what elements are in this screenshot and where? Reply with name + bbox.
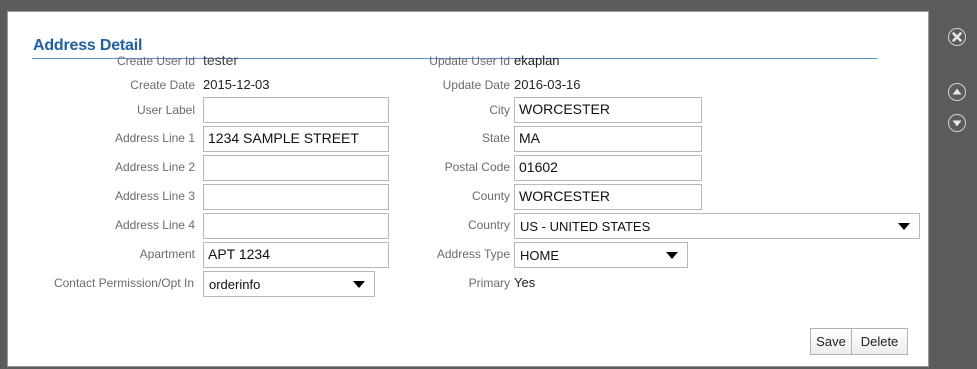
- address-line-2-input[interactable]: [203, 155, 389, 181]
- primary-label: Primary: [468, 276, 510, 290]
- dialog-title: Address Detail: [33, 37, 143, 54]
- scroll-down-icon[interactable]: [948, 114, 966, 132]
- country-select[interactable]: US - UNITED STATES: [514, 213, 920, 239]
- city-input[interactable]: WORCESTER: [514, 97, 702, 123]
- update-date-label: Update Date: [442, 78, 510, 92]
- county-label: County: [471, 189, 510, 203]
- address-line-3-label: Address Line 3: [114, 189, 195, 203]
- chevron-down-icon: [898, 223, 910, 230]
- primary-value: Yes: [514, 275, 536, 290]
- address-line-1-input[interactable]: 1234 SAMPLE STREET: [203, 126, 389, 152]
- update-user-id-label: Update User Id: [429, 54, 510, 68]
- address-type-value: HOME: [520, 248, 559, 263]
- create-user-id-label: Create User Id: [116, 54, 195, 68]
- apartment-label: Apartment: [139, 247, 195, 261]
- save-button[interactable]: Save: [810, 328, 852, 355]
- address-type-select[interactable]: HOME: [514, 242, 688, 268]
- user-label-label: User Label: [136, 103, 195, 117]
- contact-permission-label: Contact Permission/Opt In: [53, 276, 194, 290]
- country-label: Country: [467, 218, 510, 232]
- county-input[interactable]: WORCESTER: [514, 184, 702, 210]
- address-line-1-label: Address Line 1: [114, 131, 195, 145]
- postal-code-label: Postal Code: [444, 160, 510, 174]
- chevron-down-icon: [666, 252, 678, 259]
- create-date-label: Create Date: [130, 78, 195, 92]
- delete-button[interactable]: Delete: [852, 328, 908, 355]
- address-line-4-input[interactable]: [203, 213, 389, 239]
- create-date-value: 2015-12-03: [203, 77, 270, 92]
- address-line-4-label: Address Line 4: [114, 218, 195, 232]
- address-line-2-label: Address Line 2: [114, 160, 195, 174]
- address-detail-dialog: Address Detail Create User Id tester Cre…: [7, 11, 929, 367]
- create-user-id-value: tester: [203, 52, 239, 68]
- close-icon[interactable]: [948, 28, 966, 46]
- update-user-id-value: ekaplan: [514, 53, 560, 68]
- contact-permission-select[interactable]: orderinfo: [203, 271, 375, 297]
- apartment-input[interactable]: APT 1234: [203, 242, 389, 268]
- postal-code-input[interactable]: 01602: [514, 155, 702, 181]
- city-label: City: [489, 103, 510, 117]
- contact-permission-value: orderinfo: [209, 277, 261, 292]
- state-input[interactable]: MA: [514, 126, 702, 152]
- scroll-up-icon[interactable]: [948, 83, 966, 101]
- address-line-3-input[interactable]: [203, 184, 389, 210]
- update-date-value: 2016-03-16: [514, 77, 581, 92]
- address-type-label: Address Type: [436, 247, 510, 261]
- chevron-down-icon: [353, 281, 365, 288]
- country-value: US - UNITED STATES: [520, 219, 651, 234]
- user-label-input[interactable]: [203, 97, 389, 123]
- state-label: State: [481, 131, 510, 145]
